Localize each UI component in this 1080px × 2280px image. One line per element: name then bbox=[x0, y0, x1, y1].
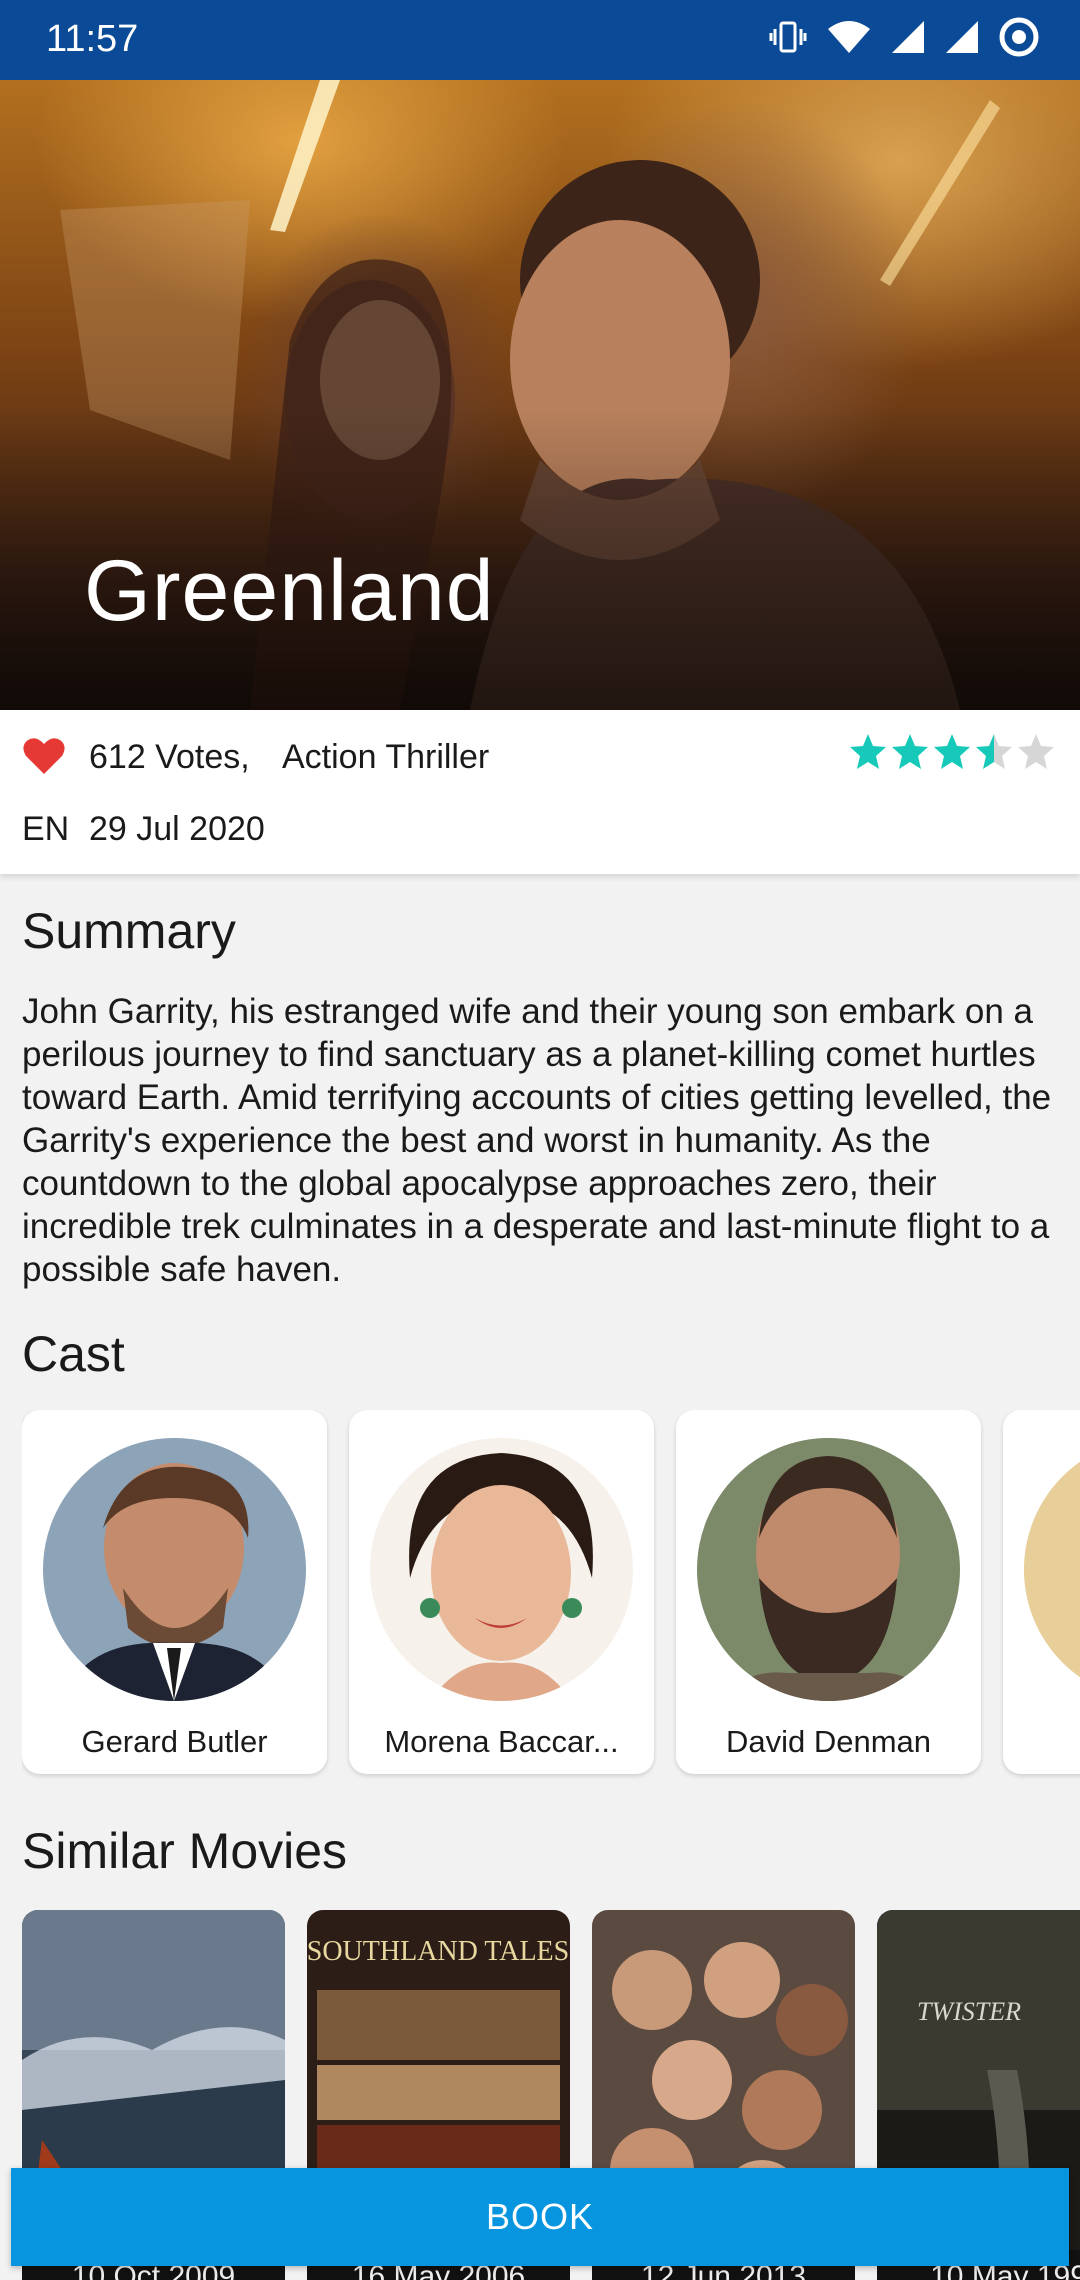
summary-heading: Summary bbox=[22, 903, 236, 959]
signal-icon bbox=[890, 17, 926, 57]
star-icon bbox=[934, 734, 970, 769]
genre-label: Action Thriller bbox=[282, 738, 490, 776]
cast-card[interactable]: Morena Baccar... bbox=[349, 1410, 654, 1774]
cast-photo bbox=[697, 1438, 960, 1701]
cast-photo bbox=[370, 1438, 633, 1701]
votes-count: 612 Votes, bbox=[89, 738, 250, 776]
star-icon bbox=[1018, 734, 1054, 769]
wifi-icon bbox=[826, 17, 872, 57]
cast-card[interactable]: David Denman bbox=[676, 1410, 981, 1774]
status-icons bbox=[768, 16, 1040, 58]
cast-card[interactable]: Gerard Butler bbox=[22, 1410, 327, 1774]
star-icon bbox=[892, 734, 928, 769]
cast-photo bbox=[1024, 1438, 1080, 1701]
status-time: 11:57 bbox=[46, 18, 139, 60]
cast-name: Gerard Butler bbox=[81, 1724, 268, 1759]
summary-text: John Garrity, his estranged wife and the… bbox=[22, 992, 1052, 1289]
cast-heading: Cast bbox=[22, 1326, 125, 1382]
movie-backdrop: Greenland bbox=[0, 80, 1080, 710]
movie-title: Greenland bbox=[84, 543, 495, 639]
star-icon bbox=[850, 734, 886, 769]
vibrate-icon bbox=[768, 17, 808, 57]
book-button[interactable]: BOOK bbox=[11, 2168, 1069, 2266]
star-icon bbox=[976, 734, 1012, 769]
cast-list[interactable]: Gerard Butler Morena Baccar... David Den… bbox=[22, 1410, 1080, 1780]
language-code: EN bbox=[22, 810, 70, 848]
cast-name: H bbox=[1003, 1724, 1080, 1760]
movie-info-card: 612 Votes, Action Thriller EN 29 Jul 202… bbox=[0, 710, 1080, 874]
release-date: 29 Jul 2020 bbox=[89, 810, 265, 848]
status-bar: 11:57 bbox=[0, 0, 1080, 80]
svg-text:SOUTHLAND TALES: SOUTHLAND TALES bbox=[307, 1936, 569, 1967]
cast-name: David Denman bbox=[725, 1724, 932, 1759]
similar-movies-heading: Similar Movies bbox=[22, 1823, 348, 1879]
signal-icon bbox=[944, 17, 980, 57]
cast-card[interactable]: H bbox=[1003, 1410, 1080, 1774]
cast-photo bbox=[43, 1438, 306, 1701]
cast-name: Morena Baccar... bbox=[384, 1724, 619, 1759]
heart-icon[interactable] bbox=[22, 736, 66, 776]
svg-text:TWISTER: TWISTER bbox=[917, 1997, 1021, 2026]
rating-stars bbox=[848, 732, 1056, 772]
sync-icon bbox=[998, 16, 1040, 58]
